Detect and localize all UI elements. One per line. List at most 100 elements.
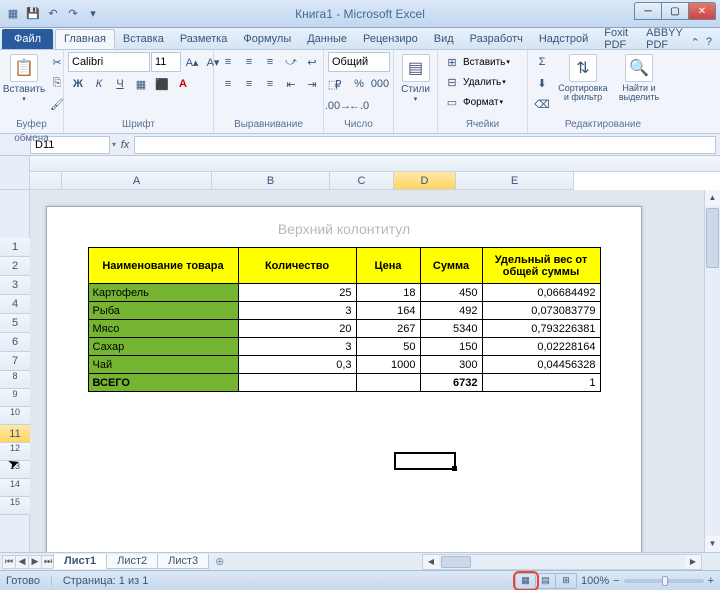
align-top-icon[interactable]: ≡ — [218, 52, 238, 72]
fx-icon[interactable]: fx — [116, 139, 134, 151]
table-total-cell[interactable]: ВСЕГО — [88, 374, 238, 392]
grow-font-icon[interactable]: A▴ — [182, 52, 202, 72]
table-cell[interactable]: Сахар — [88, 338, 238, 356]
table-cell[interactable]: 0,02228164 — [482, 338, 600, 356]
ribbon-tab-3[interactable]: Формулы — [235, 29, 299, 49]
zoom-slider[interactable] — [624, 579, 704, 583]
table-cell[interactable]: 450 — [420, 284, 482, 302]
autosum-icon[interactable]: Σ — [532, 52, 552, 72]
col-header-E[interactable]: E — [456, 172, 574, 190]
sort-filter-button[interactable]: ⇅ Сортировка и фильтр — [555, 52, 611, 104]
find-select-button[interactable]: 🔍 Найти и выделить — [614, 52, 664, 104]
row-header-4[interactable]: 4 — [0, 295, 30, 314]
table-header[interactable]: Сумма — [420, 248, 482, 284]
table-cell[interactable]: 164 — [356, 302, 420, 320]
table-cell[interactable]: 0,3 — [238, 356, 356, 374]
decrease-indent-icon[interactable]: ⇤ — [281, 74, 301, 94]
table-cell[interactable]: 5340 — [420, 320, 482, 338]
table-cell[interactable]: 50 — [356, 338, 420, 356]
col-header-A[interactable]: A — [62, 172, 212, 190]
table-cell[interactable]: Чай — [88, 356, 238, 374]
col-header-B[interactable]: B — [212, 172, 330, 190]
table-cell[interactable]: Картофель — [88, 284, 238, 302]
table-cell[interactable]: 3 — [238, 302, 356, 320]
table-cell[interactable]: Рыба — [88, 302, 238, 320]
row-header-9[interactable]: 9 — [0, 389, 30, 407]
ribbon-tab-10[interactable]: ABBYY PDF — [638, 29, 691, 49]
italic-button[interactable]: К — [89, 74, 109, 94]
table-total-cell[interactable] — [356, 374, 420, 392]
table-header[interactable]: Наименование товара — [88, 248, 238, 284]
number-format-select[interactable]: Общий — [328, 52, 390, 72]
table-cell[interactable]: 25 — [238, 284, 356, 302]
zoom-out-button[interactable]: − — [613, 575, 619, 587]
font-name-select[interactable]: Calibri — [68, 52, 150, 72]
ribbon-tab-7[interactable]: Разработч — [462, 29, 531, 49]
delete-cells-button[interactable]: ⊟Удалить▾ — [442, 72, 506, 92]
ribbon-tab-4[interactable]: Данные — [299, 29, 355, 49]
bold-button[interactable]: Ж — [68, 74, 88, 94]
table-cell[interactable]: 20 — [238, 320, 356, 338]
percent-icon[interactable]: % — [349, 74, 369, 94]
col-header-D[interactable]: D — [394, 172, 456, 190]
row-header-14[interactable]: 14 — [0, 479, 30, 497]
fill-icon[interactable]: ⬇ — [532, 73, 552, 93]
border-button[interactable]: ▦ — [131, 74, 151, 94]
scroll-down-icon[interactable]: ▼ — [705, 536, 720, 552]
table-cell[interactable]: 1000 — [356, 356, 420, 374]
ribbon-tab-1[interactable]: Вставка — [115, 29, 172, 49]
fill-color-button[interactable]: ⬛ — [152, 74, 172, 94]
align-right-icon[interactable]: ≡ — [260, 74, 280, 94]
grid-viewport[interactable]: Верхний колонтитул Наименование товараКо… — [30, 190, 720, 552]
increase-decimal-icon[interactable]: .00→ — [328, 96, 348, 116]
ribbon-tab-8[interactable]: Надстрой — [531, 29, 596, 49]
minimize-ribbon-icon[interactable]: ⌃ — [691, 36, 700, 49]
table-total-cell[interactable]: 6732 — [420, 374, 482, 392]
row-header-11[interactable]: 11 — [0, 425, 30, 443]
page-layout-view-button[interactable]: ▤ — [536, 574, 556, 588]
font-color-button[interactable]: A — [173, 74, 193, 94]
table-header[interactable]: Цена — [356, 248, 420, 284]
decrease-decimal-icon[interactable]: ←.0 — [349, 96, 369, 116]
ribbon-tab-5[interactable]: Рецензиро — [355, 29, 426, 49]
table-cell[interactable]: 0,073083779 — [482, 302, 600, 320]
vertical-scrollbar[interactable]: ▲ ▼ — [704, 190, 720, 552]
font-size-select[interactable]: 11 — [151, 52, 181, 72]
help-icon[interactable]: ? — [706, 36, 712, 49]
redo-icon[interactable]: ↷ — [64, 5, 82, 23]
ribbon-tab-0[interactable]: Главная — [55, 29, 115, 49]
zoom-thumb[interactable] — [662, 576, 668, 586]
table-cell[interactable]: 18 — [356, 284, 420, 302]
scroll-right-icon[interactable]: ▶ — [685, 555, 701, 569]
normal-view-button[interactable]: ▦ — [516, 574, 536, 588]
table-cell[interactable]: 492 — [420, 302, 482, 320]
table-cell[interactable]: 0,04456328 — [482, 356, 600, 374]
row-header-1[interactable]: 1 — [0, 238, 30, 257]
comma-icon[interactable]: 000 — [370, 74, 390, 94]
format-cells-button[interactable]: ▭Формат▾ — [442, 92, 503, 112]
table-cell[interactable]: 267 — [356, 320, 420, 338]
formula-input[interactable] — [134, 136, 716, 154]
orientation-icon[interactable]: ⤻ — [281, 52, 301, 72]
minimize-button[interactable]: ─ — [634, 2, 662, 20]
new-sheet-icon[interactable]: ⊕ — [209, 555, 230, 568]
clear-icon[interactable]: ⌫ — [532, 94, 552, 114]
sheet-nav-first-icon[interactable]: ⏮ — [2, 555, 16, 569]
row-header-7[interactable]: 7 — [0, 352, 30, 371]
sheet-tab-2[interactable]: Лист3 — [157, 554, 209, 569]
close-button[interactable]: ✕ — [688, 2, 716, 20]
align-center-icon[interactable]: ≡ — [239, 74, 259, 94]
row-header-15[interactable]: 15 — [0, 497, 30, 515]
align-left-icon[interactable]: ≡ — [218, 74, 238, 94]
select-all-corner[interactable] — [0, 156, 29, 190]
horizontal-scrollbar[interactable]: ◀ ▶ — [422, 554, 702, 570]
zoom-in-button[interactable]: + — [708, 575, 714, 587]
scroll-left-icon[interactable]: ◀ — [423, 555, 439, 569]
row-header-10[interactable]: 10 — [0, 407, 30, 425]
table-header[interactable]: Количество — [238, 248, 356, 284]
table-cell[interactable]: 0,06684492 — [482, 284, 600, 302]
underline-button[interactable]: Ч — [110, 74, 130, 94]
vscroll-thumb[interactable] — [706, 208, 719, 268]
row-header-5[interactable]: 5 — [0, 314, 30, 333]
col-header-C[interactable]: C — [330, 172, 394, 190]
